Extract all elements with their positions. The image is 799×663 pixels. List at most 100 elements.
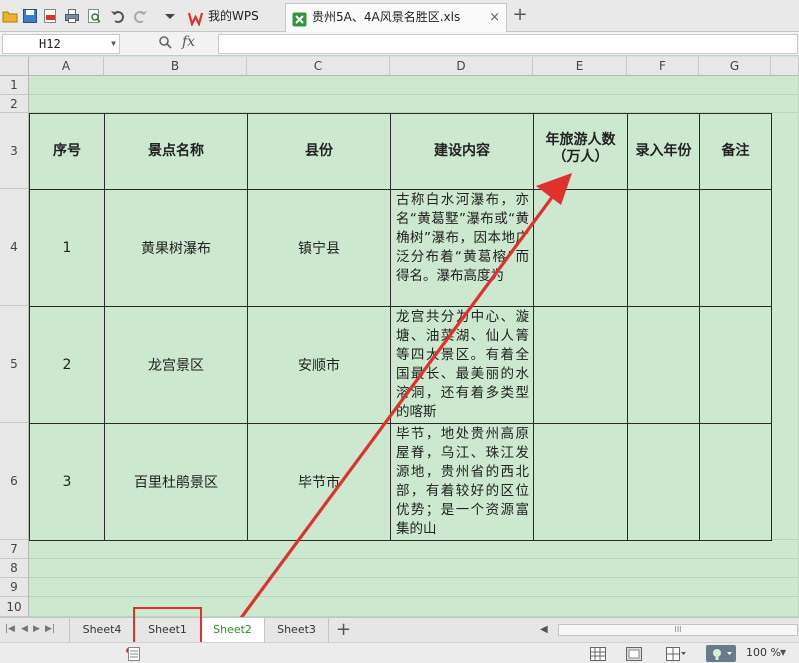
save-icon[interactable]: [22, 8, 38, 24]
zoom-level[interactable]: 100 %: [746, 646, 781, 659]
row-header-7[interactable]: 7: [0, 540, 29, 559]
column-header-h[interactable]: [771, 57, 799, 76]
undo-icon[interactable]: [110, 8, 126, 24]
horizontal-scrollbar[interactable]: ◀ III: [536, 621, 798, 639]
row3-name-cell[interactable]: 百里杜鹃景区: [104, 423, 248, 541]
sheet-tab-sheet4[interactable]: Sheet4: [69, 618, 135, 642]
row2-county-cell[interactable]: 安顺市: [247, 306, 391, 424]
print-icon[interactable]: [64, 8, 80, 24]
row2-content-cell[interactable]: 龙宫共分为中心、漩塘、油菜湖、仙人箐等四大景区。有着全国最长、最美丽的水溶洞，还…: [390, 306, 534, 424]
grid-row-2[interactable]: [29, 95, 799, 113]
wps-logo-icon: [187, 9, 204, 28]
row-header-1[interactable]: 1: [0, 76, 29, 95]
header-visitors-line1: 年旅游人数: [545, 132, 616, 148]
spreadsheet-file-icon: [292, 10, 307, 27]
grid-row-1[interactable]: [29, 76, 799, 95]
sheet-tab-sheet3[interactable]: Sheet3: [265, 618, 329, 642]
row2-visitors-cell[interactable]: [533, 306, 628, 424]
row3-seq-cell[interactable]: 3: [29, 423, 105, 541]
header-visitors-line2: （万人）: [552, 149, 609, 165]
row-header-2[interactable]: 2: [0, 95, 29, 113]
row2-year-cell[interactable]: [627, 306, 700, 424]
name-box-value: H12: [39, 37, 61, 51]
grid-row-8[interactable]: [29, 559, 799, 578]
row-header-8[interactable]: 8: [0, 559, 29, 578]
zoom-search-icon[interactable]: [158, 35, 172, 53]
row1-note-cell[interactable]: [699, 189, 772, 307]
row3-note-cell[interactable]: [699, 423, 772, 541]
formula-bar: H12 ▼ fx: [0, 32, 799, 56]
header-cell-note[interactable]: 备注: [699, 113, 772, 190]
insert-function-button[interactable]: fx: [182, 34, 195, 50]
sheet-tab-bar: |◀ ◀ ▶ ▶| Sheet4 Sheet1 Sheet2 Sheet3 + …: [0, 617, 799, 642]
select-all-corner[interactable]: [0, 57, 29, 76]
header-cell-visitors[interactable]: 年旅游人数 （万人）: [533, 113, 628, 190]
row-header-3[interactable]: 3: [0, 113, 29, 189]
sheet1-highlight-box: [133, 607, 202, 647]
column-header-a[interactable]: A: [29, 57, 104, 76]
new-tab-button[interactable]: +: [511, 6, 529, 24]
export-pdf-icon[interactable]: [42, 8, 58, 24]
column-header-e[interactable]: E: [533, 57, 627, 76]
grid-row-9[interactable]: [29, 578, 799, 597]
header-cell-county[interactable]: 县份: [247, 113, 391, 190]
header-cell-name[interactable]: 景点名称: [104, 113, 248, 190]
column-header-b[interactable]: B: [104, 57, 247, 76]
add-sheet-button[interactable]: +: [336, 620, 351, 640]
grid-row-7[interactable]: [29, 540, 799, 559]
row-header-4[interactable]: 4: [0, 189, 29, 306]
wps-spreadsheet-window: 我的WPS 贵州5A、4A风景名胜区.xls × + H12 ▼ fx A B …: [0, 0, 799, 663]
row-header-10[interactable]: 10: [0, 597, 29, 617]
row3-county-cell[interactable]: 毕节市: [247, 423, 391, 541]
row2-note-cell[interactable]: [699, 306, 772, 424]
sheet-list-icon[interactable]: [128, 645, 150, 662]
row2-name-cell[interactable]: 龙宫景区: [104, 306, 248, 424]
row2-seq-cell[interactable]: 2: [29, 306, 105, 424]
row1-content-cell[interactable]: 古称白水河瀑布，亦名“黄葛墅”瀑布或“黄桷树”瀑布，因本地广泛分布着“黄葛榕”而…: [390, 189, 534, 307]
row3-content-cell[interactable]: 毕节，地处贵州高原屋脊，乌江、珠江发源地，贵州省的西北部，有着较好的区位优势；是…: [390, 423, 534, 541]
row1-year-cell[interactable]: [627, 189, 700, 307]
print-preview-icon[interactable]: [86, 8, 102, 24]
row1-name-cell[interactable]: 黄果树瀑布: [104, 189, 248, 307]
row3-visitors-cell[interactable]: [533, 423, 628, 541]
row-header-9[interactable]: 9: [0, 578, 29, 597]
name-box[interactable]: H12 ▼: [2, 34, 120, 54]
row3-year-cell[interactable]: [627, 423, 700, 541]
prev-sheet-icon[interactable]: ◀: [21, 624, 28, 634]
column-header-g[interactable]: G: [699, 57, 771, 76]
open-folder-icon[interactable]: [2, 8, 18, 24]
next-sheet-icon[interactable]: ▶: [33, 624, 40, 634]
header-cell-seq[interactable]: 序号: [29, 113, 105, 190]
formula-input[interactable]: [218, 34, 798, 54]
column-header-f[interactable]: F: [627, 57, 699, 76]
tab-spreadsheet-file[interactable]: 贵州5A、4A风景名胜区.xls ×: [285, 3, 507, 32]
title-bar: 我的WPS 贵州5A、4A风景名胜区.xls × +: [0, 0, 799, 32]
redo-icon[interactable]: [132, 8, 148, 24]
row1-county-cell[interactable]: 镇宁县: [247, 189, 391, 307]
row-header-6[interactable]: 6: [0, 423, 29, 540]
first-sheet-icon[interactable]: |◀: [5, 624, 15, 634]
eye-protection-mode-button[interactable]: [706, 645, 736, 662]
tab-my-wps-label: 我的WPS: [208, 9, 259, 23]
header-cell-content[interactable]: 建设内容: [390, 113, 534, 190]
page-layout-view-icon[interactable]: [626, 645, 648, 662]
column-header-d[interactable]: D: [390, 57, 533, 76]
zoom-dropdown-icon[interactable]: ▼: [780, 648, 786, 657]
last-sheet-icon[interactable]: ▶|: [45, 624, 55, 634]
page-break-view-icon[interactable]: [666, 645, 688, 662]
row1-seq-cell[interactable]: 1: [29, 189, 105, 307]
tab-spreadsheet-file-label: 贵州5A、4A风景名胜区.xls: [312, 10, 461, 24]
scrollbar-thumb[interactable]: III: [558, 624, 798, 636]
row1-visitors-cell[interactable]: [533, 189, 628, 307]
sheet-tab-sheet2[interactable]: Sheet2: [201, 618, 265, 642]
header-cell-year[interactable]: 录入年份: [627, 113, 700, 190]
customize-dropdown-icon[interactable]: [162, 8, 178, 24]
normal-view-icon[interactable]: [590, 645, 612, 662]
scroll-left-icon[interactable]: ◀: [540, 621, 548, 639]
name-box-dropdown-icon[interactable]: ▼: [111, 35, 116, 53]
close-tab-icon[interactable]: ×: [489, 4, 500, 31]
row-header-5[interactable]: 5: [0, 306, 29, 423]
tab-my-wps[interactable]: 我的WPS: [182, 3, 284, 32]
grid-column-h[interactable]: [771, 113, 799, 540]
column-header-c[interactable]: C: [247, 57, 390, 76]
